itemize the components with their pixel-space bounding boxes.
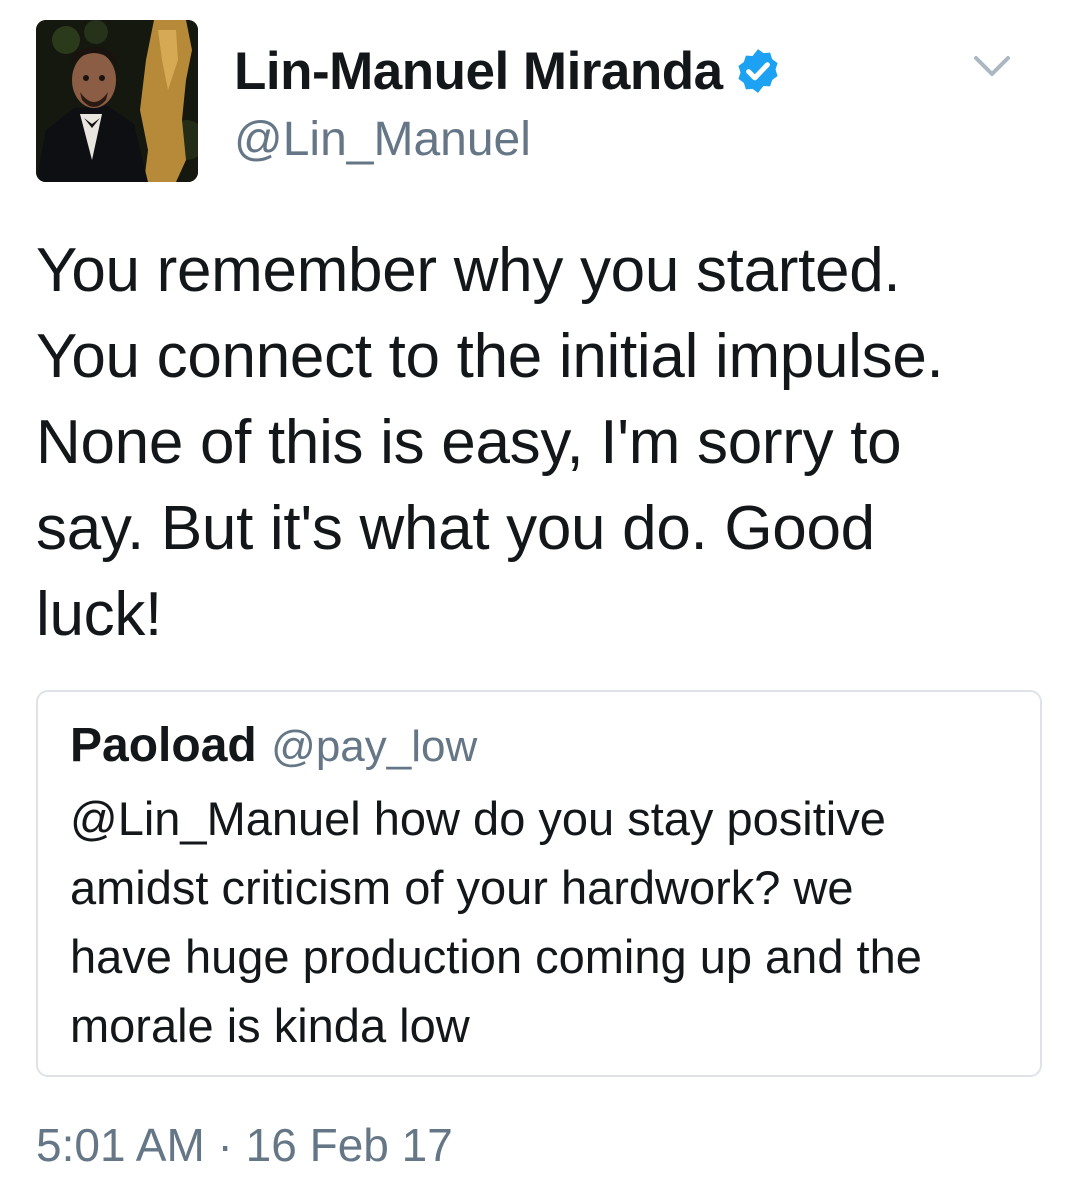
- tweet-text-line: None of this is easy, I'm sorry to: [36, 408, 902, 477]
- quoted-author-handle: @pay_low: [271, 722, 478, 771]
- quoted-tweet-card[interactable]: Paoload @pay_low @Lin_Manuel how do you …: [36, 690, 1042, 1077]
- quoted-text-line: morale is kinda low: [70, 999, 470, 1052]
- author-avatar[interactable]: [36, 20, 198, 182]
- tweet-text-line: luck!: [36, 580, 162, 649]
- chevron-down-icon[interactable]: [970, 46, 1014, 86]
- tweet-text-line: You remember why you started.: [36, 236, 901, 305]
- author-display-name[interactable]: Lin-Manuel Miranda: [234, 41, 723, 102]
- quoted-tweet-header: Paoload @pay_low: [70, 718, 477, 773]
- quoted-author-name: Paoload: [70, 719, 257, 772]
- author-name-row: Lin-Manuel Miranda: [234, 38, 783, 104]
- avatar-photo: [36, 20, 198, 182]
- author-handle[interactable]: @Lin_Manuel: [234, 112, 531, 167]
- tweet-text-line: say. But it's what you do. Good: [36, 494, 875, 563]
- quoted-tweet-text: @Lin_Manuel how do you stay positive ami…: [70, 784, 1030, 1060]
- quoted-text-line: @Lin_Manuel how do you stay positive: [70, 792, 886, 845]
- tweet-card: Lin-Manuel Miranda @Lin_Manuel You remem…: [0, 0, 1080, 1196]
- tweet-timestamp[interactable]: 5:01 AM · 16 Feb 17: [36, 1118, 453, 1172]
- tweet-text-line: You connect to the initial impulse.: [36, 322, 944, 391]
- quoted-text-line: have huge production coming up and the: [70, 930, 922, 983]
- quoted-text-line: amidst criticism of your hardwork? we: [70, 861, 854, 914]
- verified-badge-icon: [733, 46, 783, 96]
- tweet-text: You remember why you started. You connec…: [36, 228, 1036, 658]
